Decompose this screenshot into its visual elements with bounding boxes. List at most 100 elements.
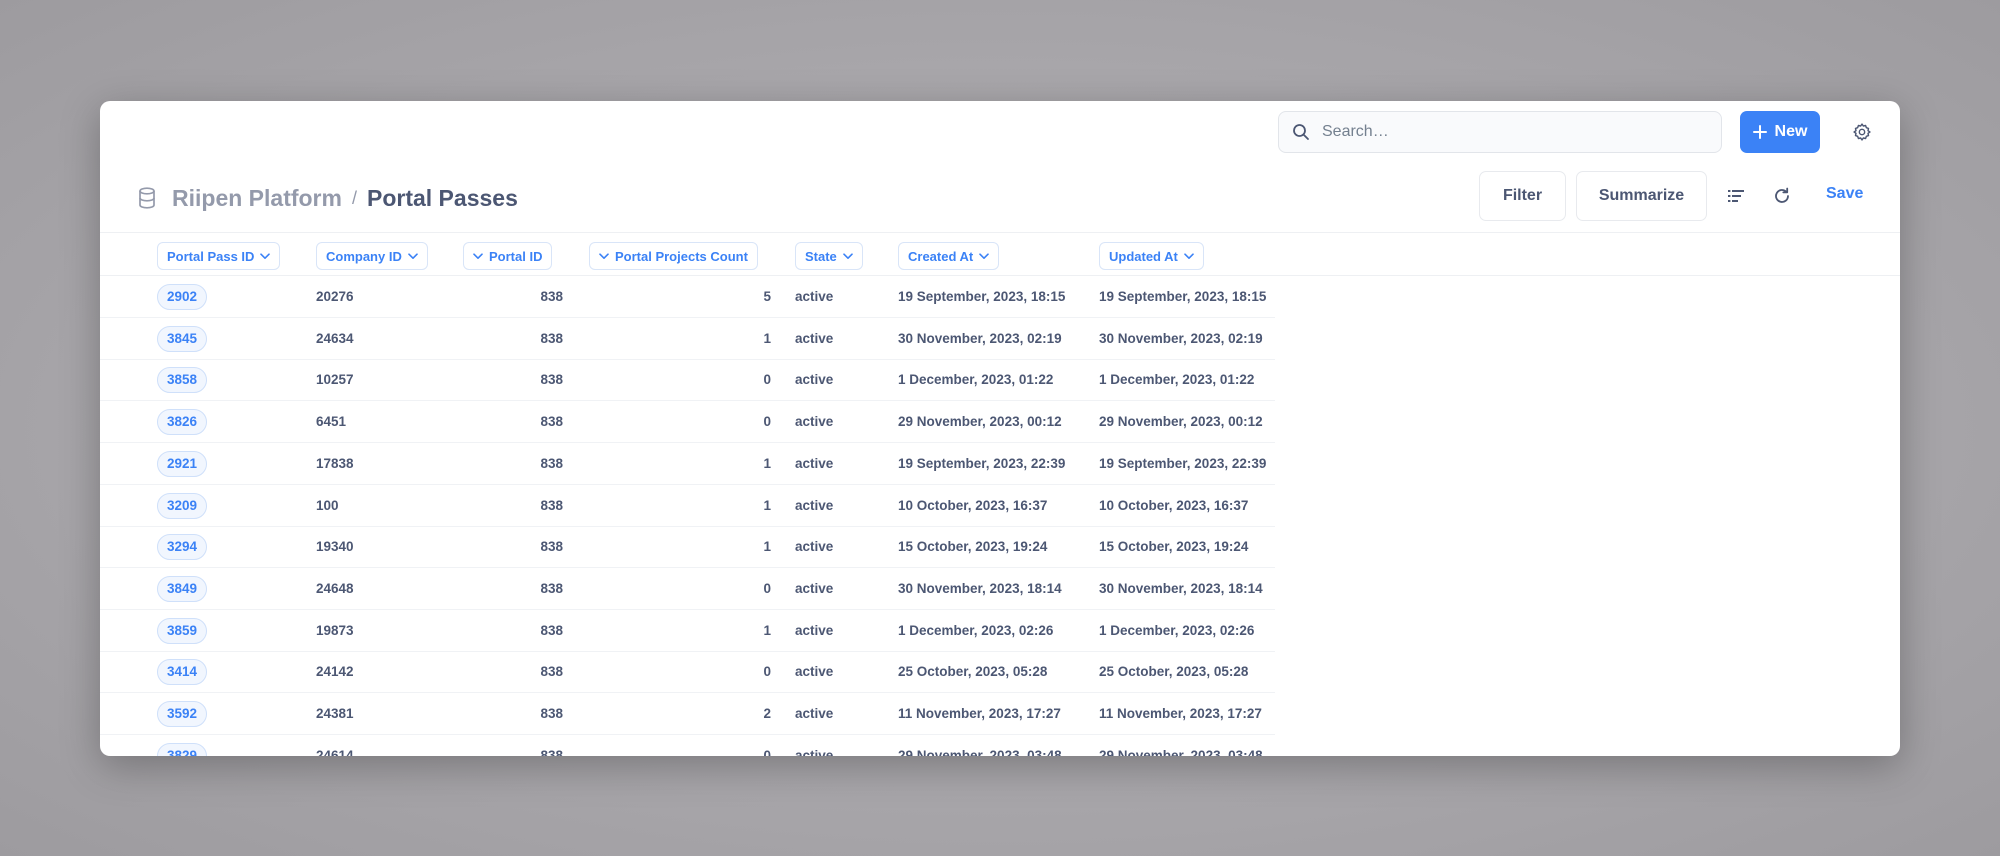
company-id-cell: 19340 bbox=[316, 539, 354, 555]
projects-count-cell: 1 bbox=[763, 539, 771, 555]
portal-id-cell: 838 bbox=[540, 622, 563, 638]
created-at-cell: 15 October, 2023, 19:24 bbox=[898, 539, 1048, 555]
data-table: Portal Pass ID Company ID Portal ID Portal … bbox=[100, 232, 1900, 756]
table-row[interactable]: 3414 24142 838 0 active 25 October, 2023, 05:… bbox=[100, 651, 1275, 694]
filter-button[interactable]: Filter bbox=[1479, 171, 1566, 221]
column-header-portal-projects-count[interactable]: Portal Projects Count bbox=[589, 242, 758, 270]
company-id-cell: 10257 bbox=[316, 372, 354, 388]
table-row[interactable]: 3849 24648 838 0 active 30 November, 2023, 18… bbox=[100, 568, 1275, 610]
database-icon bbox=[138, 187, 156, 214]
portal-pass-id-link[interactable]: 3414 bbox=[157, 659, 208, 686]
table-header: Portal Pass ID Company ID Portal ID Portal … bbox=[100, 233, 1900, 276]
save-button[interactable]: Save bbox=[1826, 185, 1863, 203]
portal-id-cell: 838 bbox=[540, 372, 563, 388]
search-input[interactable] bbox=[1322, 123, 1702, 141]
updated-at-cell: 1 December, 2023, 02:26 bbox=[1099, 622, 1255, 638]
created-at-cell: 11 November, 2023, 17:27 bbox=[898, 706, 1061, 721]
created-at-cell: 29 November, 2023, 00:12 bbox=[898, 414, 1062, 430]
summarize-button[interactable]: Summarize bbox=[1576, 171, 1707, 221]
updated-at-cell: 29 November, 2023, 00:12 bbox=[1099, 414, 1263, 430]
chevron-down-icon bbox=[1184, 252, 1194, 259]
portal-id-cell: 838 bbox=[540, 706, 563, 721]
state-cell: active bbox=[795, 580, 834, 596]
updated-at-cell: 30 November, 2023, 18:14 bbox=[1099, 580, 1263, 596]
search-icon bbox=[1293, 124, 1309, 140]
table-row[interactable]: 3294 19340 838 1 active 15 October, 2023, 19:… bbox=[100, 526, 1275, 569]
updated-at-cell: 15 October, 2023, 19:24 bbox=[1099, 539, 1249, 555]
table-row[interactable]: 3209 100 838 1 active 10 October, 2023, 16:37… bbox=[100, 485, 1275, 527]
projects-count-cell: 0 bbox=[763, 372, 771, 388]
state-cell: active bbox=[795, 664, 834, 680]
portal-pass-id-link[interactable]: 3829 bbox=[157, 742, 208, 756]
new-button[interactable]: New bbox=[1740, 111, 1820, 153]
gear-icon[interactable] bbox=[1850, 120, 1874, 144]
table-row[interactable]: 3845 24634 838 1 active 30 November, 2023, 02… bbox=[100, 318, 1275, 360]
state-cell: active bbox=[795, 414, 834, 430]
projects-count-cell: 5 bbox=[763, 289, 771, 304]
created-at-cell: 1 December, 2023, 02:26 bbox=[898, 622, 1054, 638]
list-settings-icon[interactable] bbox=[1724, 184, 1748, 208]
column-header-company-id[interactable]: Company ID bbox=[316, 242, 428, 270]
breadcrumb-parent[interactable]: Riipen Platform bbox=[172, 185, 342, 212]
chevron-down-icon bbox=[408, 252, 418, 259]
portal-pass-id-link[interactable]: 3845 bbox=[157, 325, 208, 352]
created-at-cell: 30 November, 2023, 18:14 bbox=[898, 580, 1062, 596]
portal-pass-id-link[interactable]: 3294 bbox=[157, 534, 208, 561]
table-row[interactable]: 3858 10257 838 0 active 1 December, 2023, 01:… bbox=[100, 359, 1275, 402]
column-header-created-at[interactable]: Created At bbox=[898, 242, 1000, 270]
table-row[interactable]: 2902 20276 838 5 active 19 September, 2023, 1… bbox=[100, 276, 1275, 318]
company-id-cell: 24381 bbox=[316, 706, 354, 721]
column-header-label: Company ID bbox=[326, 248, 402, 264]
column-header-updated-at[interactable]: Updated At bbox=[1099, 242, 1204, 270]
portal-id-cell: 838 bbox=[540, 747, 563, 756]
projects-count-cell: 0 bbox=[763, 747, 771, 756]
portal-id-cell: 838 bbox=[540, 289, 563, 304]
projects-count-cell: 0 bbox=[763, 580, 771, 596]
projects-count-cell: 1 bbox=[763, 455, 771, 471]
portal-pass-id-link[interactable]: 2921 bbox=[157, 450, 208, 477]
state-cell: active bbox=[795, 289, 834, 304]
portal-pass-id-link[interactable]: 3826 bbox=[157, 409, 208, 436]
portal-pass-id-link[interactable]: 3858 bbox=[157, 367, 208, 394]
updated-at-cell: 29 November, 2023, 03:48 bbox=[1099, 747, 1263, 756]
portal-pass-id-link[interactable]: 2902 bbox=[157, 284, 208, 310]
created-at-cell: 19 September, 2023, 18:15 bbox=[898, 289, 1066, 304]
state-cell: active bbox=[795, 747, 834, 756]
refresh-icon[interactable] bbox=[1770, 184, 1794, 208]
table-row[interactable]: 3592 24381 838 2 active 11 November, 2023, 17… bbox=[100, 693, 1275, 735]
projects-count-cell: 0 bbox=[763, 414, 771, 430]
portal-pass-id-link[interactable]: 3592 bbox=[157, 701, 208, 727]
breadcrumb-separator: / bbox=[351, 188, 357, 208]
column-header-label: Updated At bbox=[1109, 248, 1178, 264]
search-box[interactable] bbox=[1278, 111, 1722, 153]
state-cell: active bbox=[795, 455, 834, 471]
updated-at-cell: 30 November, 2023, 02:19 bbox=[1099, 330, 1263, 346]
portal-pass-id-link[interactable]: 3849 bbox=[157, 575, 208, 602]
created-at-cell: 19 September, 2023, 22:39 bbox=[898, 455, 1066, 471]
column-header-portal-pass-id[interactable]: Portal Pass ID bbox=[157, 242, 281, 270]
table-row[interactable]: 3859 19873 838 1 active 1 December, 2023, 02:… bbox=[100, 610, 1275, 652]
portal-pass-id-link[interactable]: 3859 bbox=[157, 617, 208, 644]
column-header-portal-id[interactable]: Portal ID bbox=[463, 242, 553, 270]
company-id-cell: 24648 bbox=[316, 580, 354, 596]
projects-count-cell: 1 bbox=[763, 497, 771, 513]
table-row[interactable]: 3829 24614 838 0 active 29 November, 2023, 03… bbox=[100, 735, 1275, 756]
column-header-label: Created At bbox=[908, 248, 974, 264]
company-id-cell: 19873 bbox=[316, 622, 354, 638]
portal-pass-id-link[interactable]: 3209 bbox=[157, 492, 208, 519]
column-header-state[interactable]: State bbox=[795, 242, 863, 270]
created-at-cell: 10 October, 2023, 16:37 bbox=[898, 497, 1048, 513]
portal-id-cell: 838 bbox=[540, 580, 563, 596]
top-bar: New bbox=[100, 101, 1900, 181]
state-cell: active bbox=[795, 497, 834, 513]
state-cell: active bbox=[795, 706, 834, 721]
state-cell: active bbox=[795, 539, 834, 555]
company-id-cell: 6451 bbox=[316, 414, 347, 430]
portal-id-cell: 838 bbox=[540, 330, 563, 346]
table-row[interactable]: 3826 6451 838 0 active 29 November, 2023, 00:… bbox=[100, 401, 1275, 444]
portal-id-cell: 838 bbox=[540, 497, 563, 513]
table-row[interactable]: 2921 17838 838 1 active 19 September, 2023, 2… bbox=[100, 443, 1275, 485]
state-cell: active bbox=[795, 330, 834, 346]
company-id-cell: 17838 bbox=[316, 455, 354, 471]
portal-id-cell: 838 bbox=[540, 539, 563, 555]
